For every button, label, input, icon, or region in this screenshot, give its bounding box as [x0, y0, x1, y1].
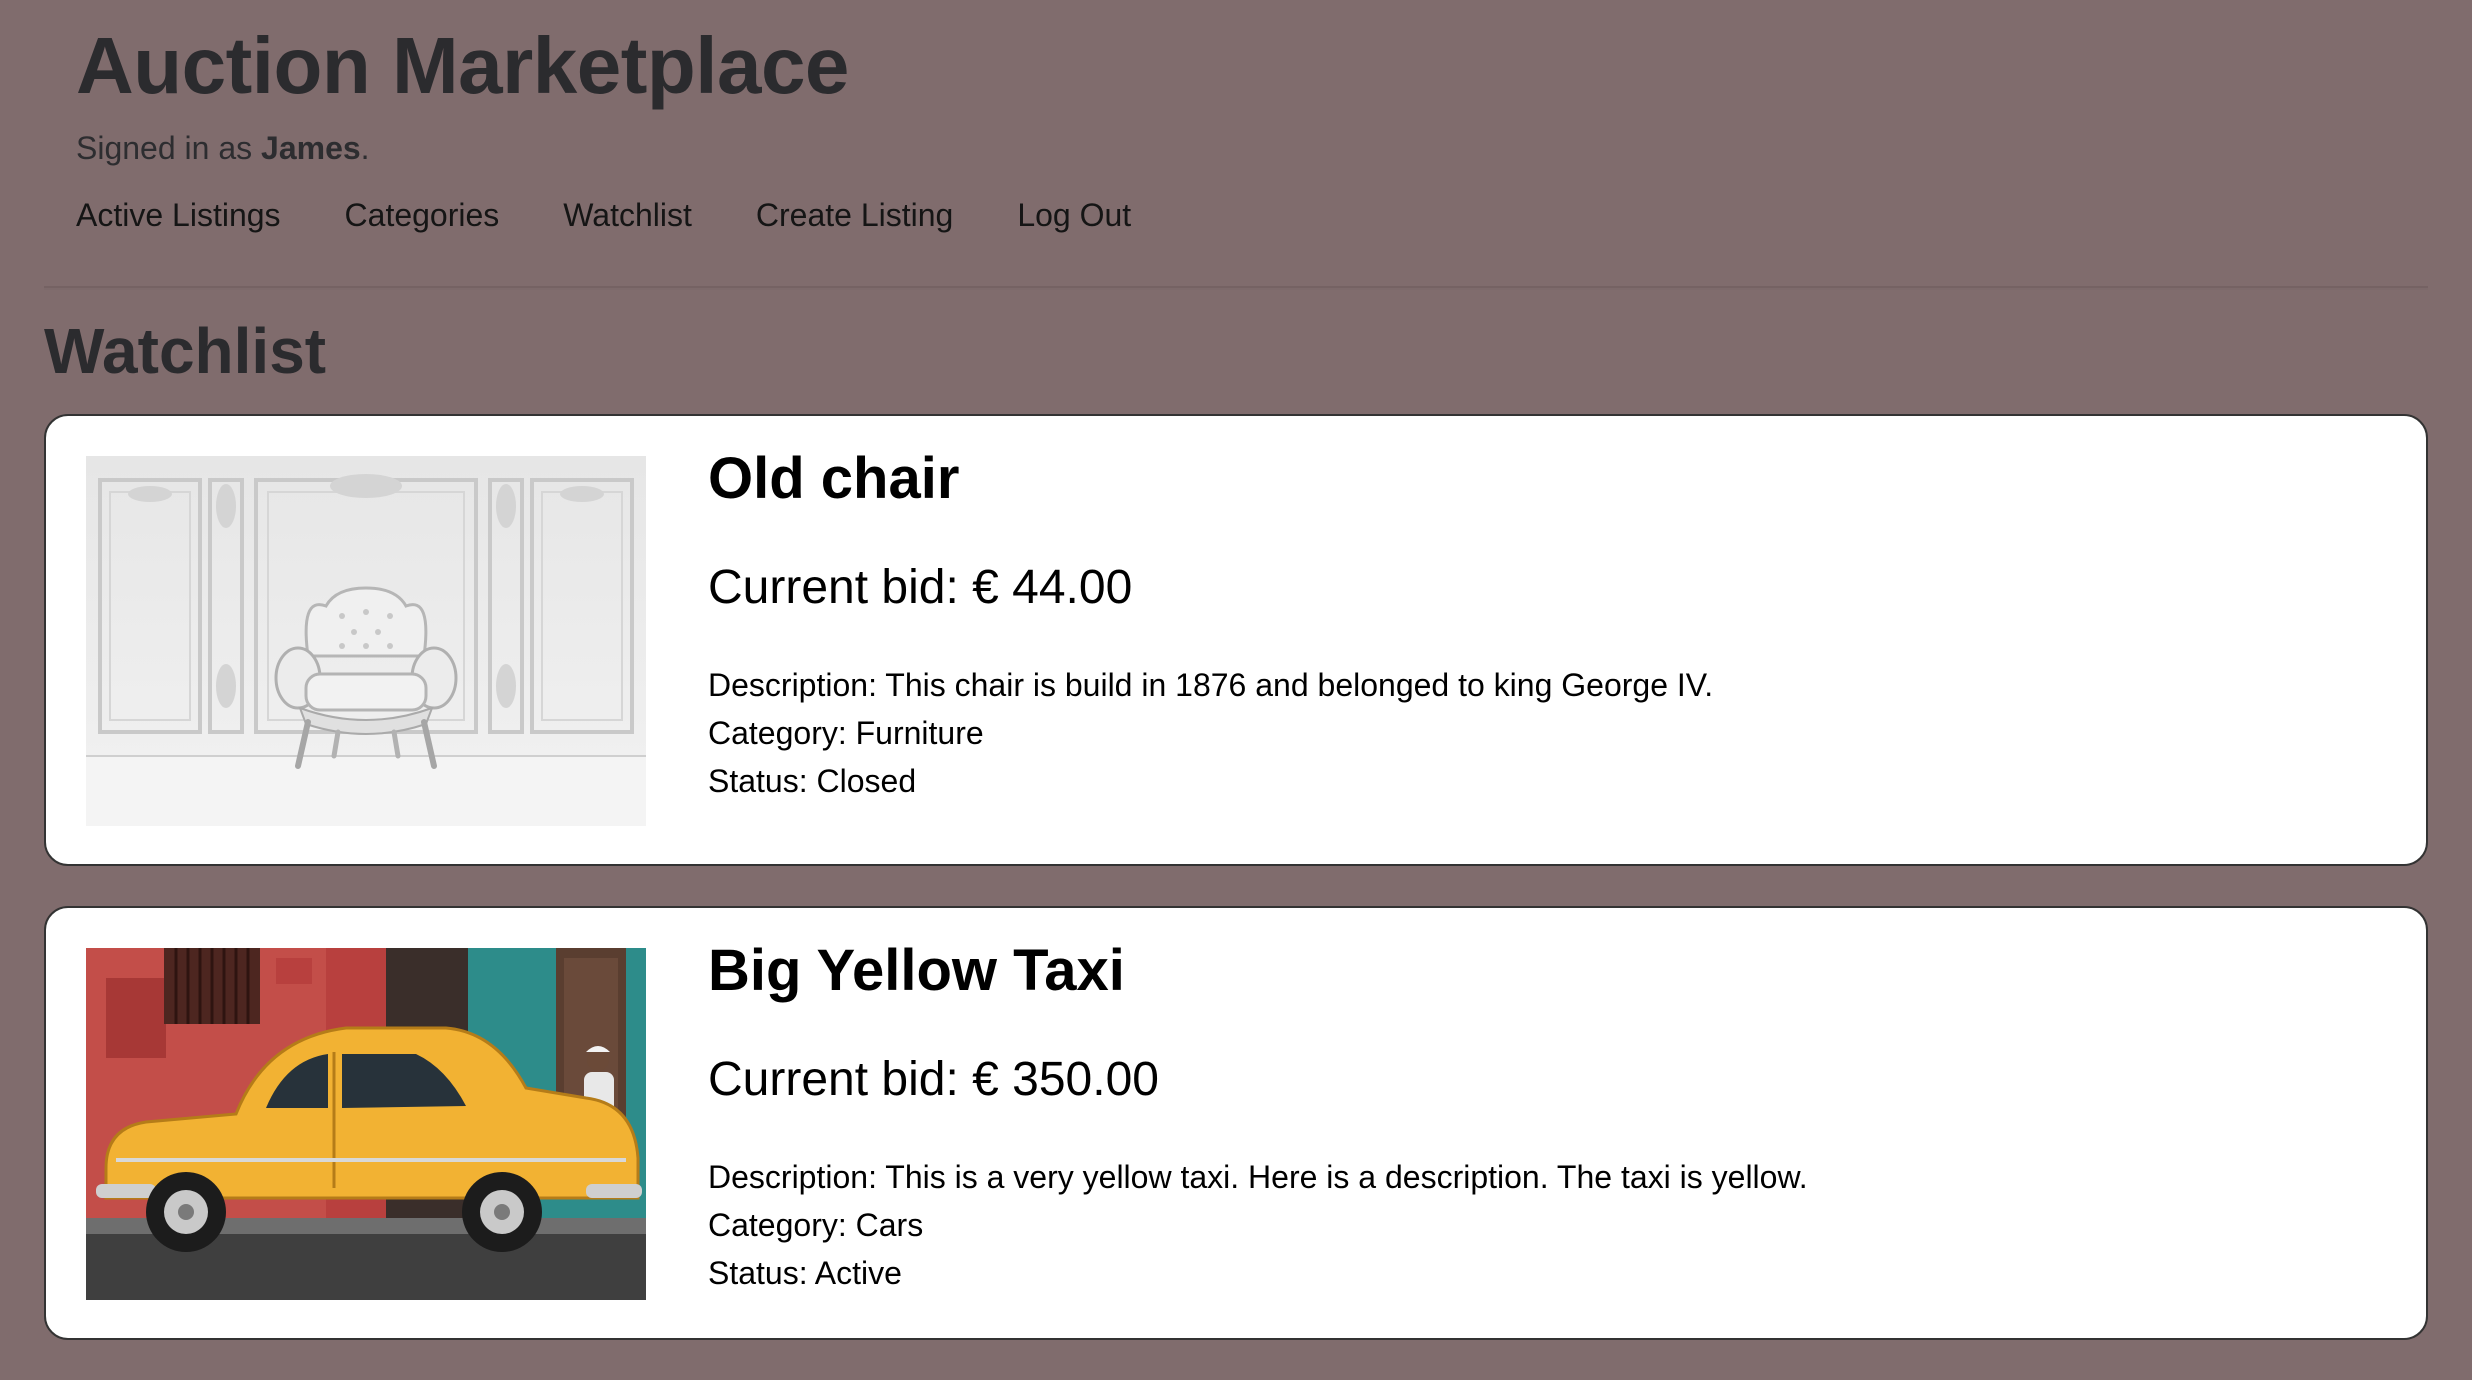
listing-details: Description: This chair is build in 1876… — [708, 661, 1713, 805]
listing-category: Category: Cars — [708, 1206, 924, 1243]
signed-in-text: Signed in as James. — [76, 130, 2396, 167]
listing-description: Description: This is a very yellow taxi.… — [708, 1158, 1808, 1195]
site-header: Auction Marketplace Signed in as James. … — [0, 0, 2472, 234]
listing-body: Old chair Current bid: € 44.00 Descripti… — [708, 444, 1713, 805]
listing-category: Category: Furniture — [708, 714, 984, 751]
listing-card[interactable]: Old chair Current bid: € 44.00 Descripti… — [44, 414, 2428, 866]
listing-card[interactable]: Big Yellow Taxi Current bid: € 350.00 De… — [44, 906, 2428, 1340]
username: James — [261, 130, 361, 166]
listing-image-taxi[interactable] — [86, 948, 646, 1300]
listing-status: Status: Closed — [708, 762, 917, 799]
listing-title[interactable]: Old chair — [708, 444, 1713, 514]
signed-in-suffix: . — [360, 130, 370, 166]
header-divider — [44, 286, 2428, 290]
listing-bid: Current bid: € 350.00 — [708, 1052, 1159, 1106]
page-title: Watchlist — [44, 315, 327, 387]
signed-in-prefix: Signed in as — [76, 130, 262, 166]
nav-watchlist[interactable]: Watchlist — [563, 197, 692, 234]
watchlist-list: Old chair Current bid: € 44.00 Descripti… — [44, 414, 2428, 1380]
main-nav: Active Listings Categories Watchlist Cre… — [76, 197, 2396, 234]
nav-active-listings[interactable]: Active Listings — [76, 197, 281, 234]
listing-description: Description: This chair is build in 1876… — [708, 666, 1714, 703]
nav-log-out[interactable]: Log Out — [1017, 197, 1131, 234]
nav-create-listing[interactable]: Create Listing — [756, 197, 953, 234]
listing-status: Status: Active — [708, 1254, 902, 1291]
listing-details: Description: This is a very yellow taxi.… — [708, 1153, 1808, 1297]
app-title: Auction Marketplace — [76, 21, 849, 110]
listing-body: Big Yellow Taxi Current bid: € 350.00 De… — [708, 936, 1808, 1297]
listing-title[interactable]: Big Yellow Taxi — [708, 936, 1808, 1006]
listing-image-chair[interactable] — [86, 456, 646, 826]
nav-categories[interactable]: Categories — [345, 197, 500, 234]
listing-bid: Current bid: € 44.00 — [708, 560, 1133, 614]
